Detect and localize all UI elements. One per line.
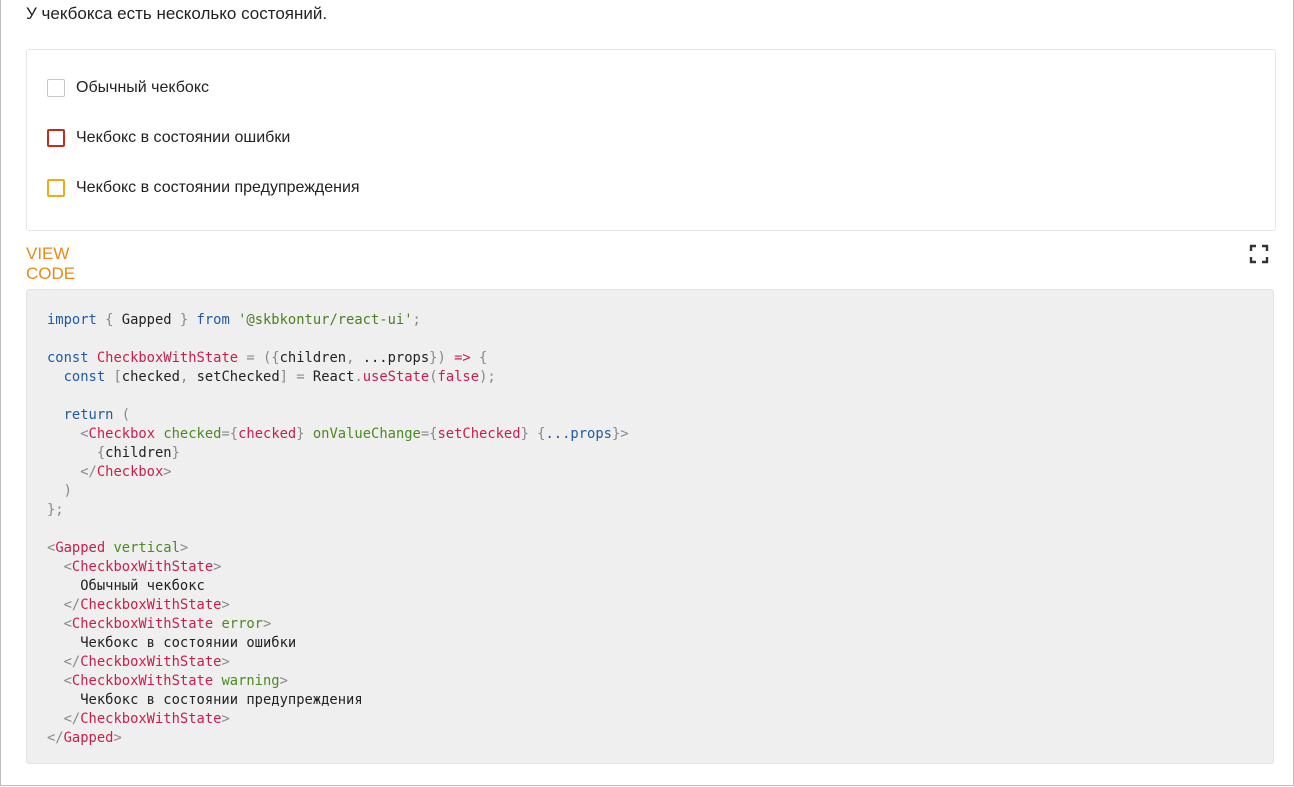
code-line: <Checkbox checked={checked} onValueChang… bbox=[47, 426, 629, 442]
code-line: </Checkbox> bbox=[47, 464, 172, 480]
code-line: }; bbox=[47, 502, 64, 518]
checkbox-normal-label: Обычный чекбокс bbox=[76, 79, 209, 96]
code-line: <Gapped vertical> bbox=[47, 540, 189, 556]
code-line: const CheckboxWithState = ({children, ..… bbox=[47, 350, 488, 366]
code-line: {children} bbox=[47, 445, 180, 461]
checkbox-warning-label: Чекбокс в состоянии предупреждения bbox=[76, 179, 360, 196]
checkbox-error[interactable]: Чекбокс в состоянии ошибки bbox=[47, 129, 290, 147]
example-frame: У чекбокса есть несколько состояний. Обы… bbox=[0, 0, 1294, 786]
code-line: </CheckboxWithState> bbox=[47, 654, 230, 670]
code-line: </CheckboxWithState> bbox=[47, 711, 230, 727]
intro-text: У чекбокса есть несколько состояний. bbox=[26, 4, 328, 23]
preview-panel: Обычный чекбокс Чекбокс в состоянии ошиб… bbox=[26, 49, 1276, 231]
code-line: import { Gapped } from '@skbkontur/react… bbox=[47, 312, 421, 328]
code-line: return ( bbox=[63, 407, 131, 423]
code-line: </Gapped> bbox=[47, 730, 122, 746]
code-line: ) bbox=[47, 483, 72, 499]
fullscreen-icon[interactable] bbox=[1249, 244, 1269, 264]
code-line: <CheckboxWithState error> bbox=[47, 616, 272, 632]
code-line: Обычный чекбокс bbox=[47, 578, 205, 594]
code-line: const [checked, setChecked] = React.useS… bbox=[63, 369, 496, 385]
code-listing: import { Gapped } from '@skbkontur/react… bbox=[47, 311, 629, 748]
code-block[interactable]: import { Gapped } from '@skbkontur/react… bbox=[26, 289, 1274, 764]
checkbox-warning-box[interactable] bbox=[47, 179, 65, 197]
checkbox-normal[interactable]: Обычный чекбокс bbox=[47, 79, 209, 97]
checkbox-normal-box[interactable] bbox=[47, 79, 65, 97]
checkbox-warning[interactable]: Чекбокс в состоянии предупреждения bbox=[47, 179, 360, 197]
checkbox-error-label: Чекбокс в состоянии ошибки bbox=[76, 129, 291, 146]
code-line: Чекбокс в состоянии предупреждения bbox=[47, 692, 363, 708]
code-line: <CheckboxWithState> bbox=[47, 559, 222, 575]
code-line: <CheckboxWithState warning> bbox=[47, 673, 288, 689]
code-line: </CheckboxWithState> bbox=[47, 597, 230, 613]
code-line: Чекбокс в состоянии ошибки bbox=[47, 635, 297, 651]
checkbox-error-box[interactable] bbox=[47, 129, 65, 147]
